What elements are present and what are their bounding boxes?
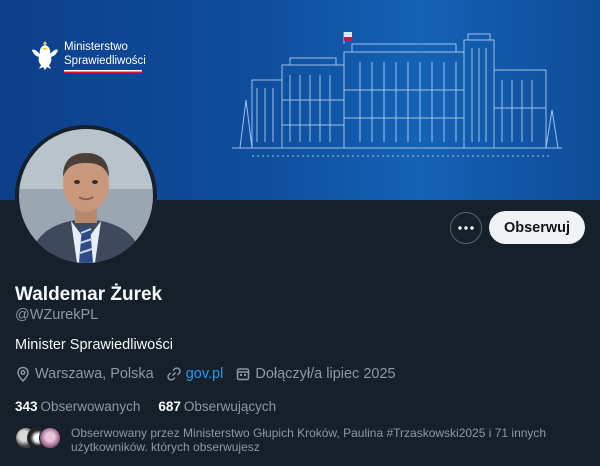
calendar-icon — [237, 368, 250, 381]
mutual-avatar — [39, 427, 61, 449]
website-item: gov.pl — [166, 366, 224, 382]
ministry-logo: Ministerstwo Sprawiedliwości — [30, 38, 146, 73]
joined-item: Dołączył/a lipiec 2025 — [235, 366, 396, 382]
followers-you-know[interactable]: Obserwowany przez Ministerstwo Głupich K… — [15, 426, 585, 454]
location-text: Warszawa, Polska — [35, 366, 154, 382]
followers-label: Obserwujących — [183, 399, 277, 414]
profile-photo — [19, 129, 153, 263]
eagle-icon — [32, 41, 58, 70]
follow-button[interactable]: Obserwuj — [489, 211, 585, 244]
logo-flag-stripe — [64, 70, 142, 73]
following-count: 343 — [15, 399, 38, 414]
user-handle: @WZurekPL — [15, 307, 99, 323]
display-name: Waldemar Żurek — [15, 284, 163, 305]
map-pin-icon — [17, 366, 29, 382]
mutual-avatars — [15, 427, 63, 449]
logo-text-line1: Ministerstwo — [64, 41, 128, 53]
profile-meta: Warszawa, Polska gov.pl Dołączył/a lipie… — [15, 366, 408, 382]
followers-stat[interactable]: 687 Obserwujących — [158, 399, 276, 414]
location-item: Warszawa, Polska — [15, 366, 154, 382]
website-link[interactable]: gov.pl — [186, 366, 224, 382]
followed-by-text: Obserwowany przez Ministerstwo Głupich K… — [71, 426, 547, 454]
followers-count: 687 — [158, 399, 181, 414]
logo-text-line2: Sprawiedliwości — [64, 55, 146, 67]
following-label: Obserwowanych — [40, 399, 141, 414]
follow-stats: 343 Obserwowanych 687 Obserwujących — [15, 399, 294, 414]
link-icon — [167, 367, 181, 381]
more-options-button[interactable] — [450, 212, 482, 244]
profile-bio: Minister Sprawiedliwości — [15, 337, 173, 353]
more-horizontal-icon — [458, 226, 474, 230]
profile-avatar[interactable] — [15, 125, 157, 267]
building-illustration — [232, 32, 562, 157]
following-stat[interactable]: 343 Obserwowanych — [15, 399, 140, 414]
joined-text: Dołączył/a lipiec 2025 — [255, 366, 396, 382]
